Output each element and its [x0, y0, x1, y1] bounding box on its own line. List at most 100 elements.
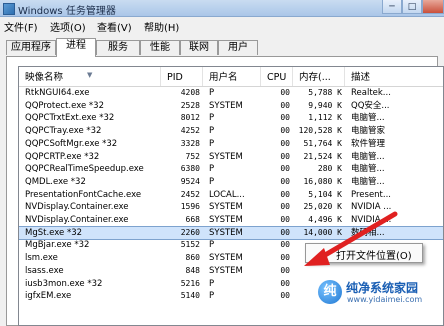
task-manager-icon — [3, 3, 15, 15]
process-row[interactable]: QQPCRealTimeSpeedup.exe 6380 P 00 280 K 电脑管..… — [19, 163, 443, 176]
menu-file[interactable]: 文件(F) — [4, 19, 38, 34]
cell-cpu: 00 — [280, 113, 290, 123]
cell-image-name: QMDL.exe *32 — [25, 176, 86, 187]
process-row[interactable]: QQPCTrxtExt.exe *32 8012 P 00 1,112 K 电脑管... — [19, 112, 443, 125]
cell-memory: 14,000 K — [303, 227, 342, 237]
cell-memory: 1,112 K — [308, 113, 342, 123]
cell-image-name: RtkNGUI64.exe — [25, 88, 90, 98]
process-row[interactable]: QQProtect.exe *32 2528 SYSTEM 00 9,940 K QQ安全… — [19, 100, 443, 113]
cell-description: Realtek... — [351, 88, 391, 98]
cell-pid: 848 — [185, 265, 200, 275]
cell-memory: 4,496 K — [308, 215, 342, 224]
cell-pid: 5216 — [180, 278, 200, 288]
cell-pid: 752 — [185, 151, 200, 161]
cell-description: 电脑管... — [351, 176, 385, 187]
cell-cpu: 00 — [280, 202, 290, 212]
cell-memory: 280 K — [317, 164, 342, 174]
process-row[interactable]: QQPCRTP.exe *32 752 SYSTEM 00 21,524 K 电脑管... — [19, 151, 443, 164]
cell-description: 电脑管... — [351, 164, 385, 175]
cell-memory: 9,940 K — [308, 100, 342, 110]
cell-user-name: P — [209, 113, 215, 124]
cell-memory: 25,020 K — [303, 202, 342, 212]
sort-arrow-icon: ▼ — [87, 71, 93, 79]
restore-button[interactable]: □ — [402, 0, 422, 14]
cell-image-name: lsass.exe — [25, 265, 64, 276]
cell-user-name: P — [209, 126, 215, 137]
cell-pid: 2452 — [180, 189, 200, 199]
watermark-logo: 纯 — [318, 280, 342, 304]
cell-user-name: SYSTEM — [209, 265, 243, 276]
cell-image-name: lsm.exe — [25, 253, 58, 264]
process-row[interactable]: PresentationFontCache.exe 2452 LOCAL... 00 5… — [19, 189, 443, 202]
cell-image-name: igfxEM.exe — [25, 291, 72, 302]
process-row[interactable]: QQPCTray.exe *32 4252 P 00 120,528 K 电脑管家 — [19, 125, 443, 138]
cell-description: 软件管理 — [351, 138, 386, 149]
watermark-url: www.yidaimei.com — [347, 295, 423, 304]
tab-performance[interactable]: 性能 — [140, 40, 180, 55]
cell-cpu: 00 — [280, 88, 290, 97]
column-description[interactable]: 描述 — [345, 67, 443, 86]
open-file-location-item[interactable]: 打开文件位置(O) — [336, 247, 412, 262]
tab-services[interactable]: 服务 — [96, 40, 140, 55]
cell-description: 电脑管... — [351, 113, 385, 124]
cell-image-name: QQProtect.exe *32 — [25, 100, 104, 111]
column-memory[interactable]: 内存(... — [293, 67, 345, 86]
cell-memory: 5,788 K — [308, 88, 342, 97]
cell-memory: 120,528 K — [298, 126, 342, 136]
cell-pid: 8012 — [180, 113, 200, 123]
cell-description: QQ安全... — [351, 100, 390, 111]
process-row[interactable]: QMDL.exe *32 9524 P 00 16,080 K 电脑管... — [19, 176, 443, 189]
cell-pid: 5140 — [180, 291, 200, 301]
cell-cpu: 00 — [280, 253, 290, 263]
process-row[interactable]: QQPCSoftMgr.exe *32 3328 P 00 51,764 K 软件管理 — [19, 138, 443, 151]
cell-pid: 4208 — [180, 88, 200, 97]
cell-user-name: SYSTEM — [209, 253, 243, 264]
cell-user-name: P — [209, 291, 215, 302]
watermark: 纯 纯净系统家园 www.yidaimei.com — [316, 274, 440, 310]
cell-description: NVIDIA ... — [351, 202, 392, 213]
column-pid[interactable]: PID — [161, 67, 203, 86]
process-row[interactable]: NVDisplay.Container.exe 668 SYSTEM 00 4,496 … — [19, 214, 443, 227]
close-button[interactable] — [422, 0, 444, 14]
cell-cpu: 00 — [280, 176, 290, 186]
menu-help[interactable]: 帮助(H) — [144, 19, 179, 34]
cell-user-name: SYSTEM — [209, 100, 243, 111]
cell-image-name: iusb3mon.exe *32 — [25, 278, 103, 289]
tab-processes[interactable]: 进程 — [56, 38, 96, 57]
title-bar: Windows 任务管理器 ─ □ — [0, 0, 444, 17]
column-image-name[interactable]: ▼ 映像名称 — [19, 67, 161, 86]
cell-user-name: P — [209, 278, 215, 289]
tab-networking[interactable]: 联网 — [180, 40, 218, 55]
cell-description: Present... — [351, 189, 391, 200]
menu-bar: 文件(F) 选项(O) 查看(V) 帮助(H) — [0, 17, 444, 34]
menu-options[interactable]: 选项(O) — [50, 19, 86, 34]
cell-cpu: 00 — [280, 265, 290, 275]
watermark-title: 纯净系统家园 — [346, 281, 419, 295]
minimize-button[interactable]: ─ — [382, 0, 402, 14]
column-cpu[interactable]: CPU — [261, 67, 293, 86]
process-row[interactable]: RtkNGUI64.exe 4208 P 00 5,788 K Realtek... — [19, 87, 443, 100]
process-row[interactable]: MgSt.exe *32 2260 SYSTEM 00 14,000 K 数码相... — [19, 225, 443, 241]
cell-pid: 6380 — [180, 164, 200, 174]
cell-description: 电脑管... — [351, 151, 385, 162]
tab-applications[interactable]: 应用程序 — [6, 40, 56, 55]
cell-cpu: 00 — [280, 126, 290, 136]
cell-memory: 51,764 K — [303, 138, 342, 148]
cell-user-name: P — [209, 138, 215, 149]
cell-image-name: MgSt.exe *32 — [25, 227, 83, 238]
column-user-name[interactable]: 用户名 — [203, 67, 261, 86]
tab-users[interactable]: 用户 — [218, 40, 258, 55]
cell-cpu: 00 — [280, 215, 290, 224]
cell-description: 数码相... — [351, 227, 385, 238]
cell-cpu: 00 — [280, 278, 290, 288]
cell-memory: 5,104 K — [308, 189, 342, 199]
cell-cpu: 00 — [280, 100, 290, 110]
menu-view[interactable]: 查看(V) — [97, 19, 132, 34]
cell-image-name: NVDisplay.Container.exe — [25, 202, 129, 213]
process-row[interactable]: NVDisplay.Container.exe 1596 SYSTEM 00 25,02… — [19, 201, 443, 214]
cell-user-name: SYSTEM — [209, 227, 243, 238]
cell-user-name: SYSTEM — [209, 202, 243, 213]
cell-description: 电脑管家 — [351, 126, 386, 137]
cell-memory: 16,080 K — [303, 176, 342, 186]
cell-image-name: QQPCRTP.exe *32 — [25, 151, 100, 162]
